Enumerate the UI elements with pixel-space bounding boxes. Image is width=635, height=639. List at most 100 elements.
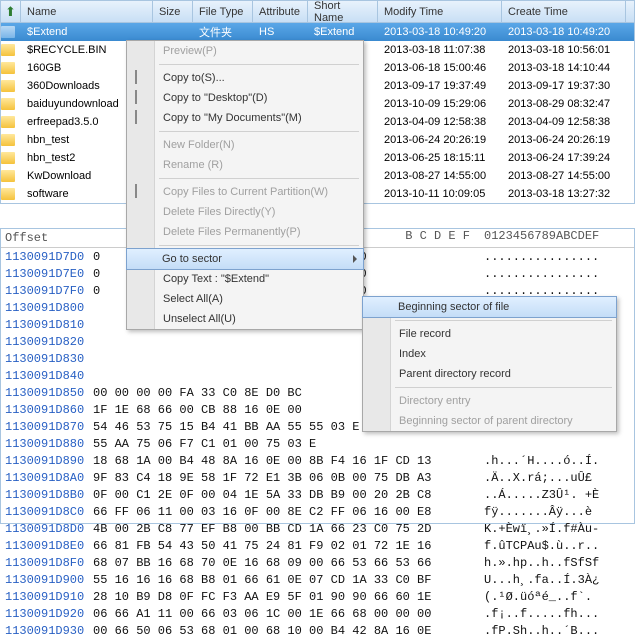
hex-offset: 1130091D830 xyxy=(1,352,93,366)
context-menu: Preview(P) Copy to(S)... Copy to "Deskto… xyxy=(126,40,364,330)
file-modify: 2013-10-09 15:29:06 xyxy=(378,97,502,111)
hex-row[interactable]: 1130091D8F068 07 BB 16 68 70 0E 16 68 09… xyxy=(1,554,634,571)
file-create: 2013-03-18 13:27:32 xyxy=(502,187,626,201)
menu-goto-sector[interactable]: Go to sector xyxy=(126,248,364,270)
hex-bytes: 9F 83 C4 18 9E 58 1F 72 E1 3B 06 0B 00 7… xyxy=(93,471,484,485)
menu-copy-to[interactable]: Copy to(S)... xyxy=(127,68,363,88)
hex-row[interactable]: 1130091D88055 AA 75 06 F7 C1 01 00 75 03… xyxy=(1,435,634,452)
file-create: 2013-08-27 14:55:00 xyxy=(502,169,626,183)
file-create: 2013-08-29 08:32:47 xyxy=(502,97,626,111)
file-create: 2013-03-18 10:56:01 xyxy=(502,43,626,57)
folder-icon xyxy=(1,152,15,164)
hex-offset: 1130091D930 xyxy=(1,624,93,638)
folder-icon xyxy=(1,170,15,182)
hex-row[interactable]: 1130091D8A09F 83 C4 18 9E 58 1F 72 E1 3B… xyxy=(1,469,634,486)
menu-copy-desktop[interactable]: Copy to "Desktop"(D) xyxy=(127,88,363,108)
submenu-dir-entry[interactable]: Directory entry xyxy=(363,391,616,411)
hex-ascii: ................ xyxy=(484,250,634,264)
folder-icon xyxy=(1,116,15,128)
file-name: $Extend xyxy=(21,25,153,39)
copy-icon xyxy=(135,90,137,104)
hex-ascii: .fP.Sh..h..´B... xyxy=(484,624,634,638)
hex-row[interactable]: 1130091D93000 66 50 06 53 68 01 00 68 10… xyxy=(1,622,634,639)
hex-bytes: 55 16 16 16 68 B8 01 66 61 0E 07 CD 1A 3… xyxy=(93,573,484,587)
hex-row[interactable]: 1130091D8B00F 00 C1 2E 0F 00 04 1E 5A 33… xyxy=(1,486,634,503)
hex-offset: 1130091D910 xyxy=(1,590,93,604)
hex-row[interactable]: 1130091D8C066 FF 06 11 00 03 16 0F 00 8E… xyxy=(1,503,634,520)
up-button[interactable]: ⬆ xyxy=(1,1,21,22)
hex-row[interactable]: 1130091D89018 68 1A 00 B4 48 8A 16 0E 00… xyxy=(1,452,634,469)
menu-del-direct[interactable]: Delete Files Directly(Y) xyxy=(127,202,363,222)
hex-offset: 1130091D870 xyxy=(1,420,93,434)
menu-unselect-all[interactable]: Unselect All(U) xyxy=(127,309,363,329)
hex-ascii: .Ä..X.rá;...uÛ£ xyxy=(484,471,634,485)
file-modify: 2013-06-24 20:26:19 xyxy=(378,133,502,147)
hex-offset: 1130091D800 xyxy=(1,301,93,315)
file-modify: 2013-09-17 19:37:49 xyxy=(378,79,502,93)
hex-ascii: .f¡..f.....fh... xyxy=(484,607,634,621)
menu-rename[interactable]: Rename (R) xyxy=(127,155,363,175)
file-create: 2013-04-09 12:58:38 xyxy=(502,115,626,129)
hex-ascii: ................ xyxy=(484,267,634,281)
file-modify: 2013-03-18 10:49:20 xyxy=(378,25,502,39)
file-modify: 2013-03-18 11:07:38 xyxy=(378,43,502,57)
hex-offset: 1130091D820 xyxy=(1,335,93,349)
hex-ascii: fÿ.......Âÿ...è xyxy=(484,505,634,519)
up-arrow-icon: ⬆ xyxy=(5,4,16,20)
folder-icon xyxy=(1,26,15,38)
file-modify: 2013-10-11 10:09:05 xyxy=(378,187,502,201)
file-create: 2013-06-24 20:26:19 xyxy=(502,133,626,147)
hex-offset: 1130091D8F0 xyxy=(1,556,93,570)
col-modify[interactable]: Modify Time xyxy=(378,1,502,22)
hex-row[interactable]: 1130091D8D04B 00 2B C8 77 EF B8 00 BB CD… xyxy=(1,520,634,537)
hex-offset: 1130091D920 xyxy=(1,607,93,621)
file-modify: 2013-06-18 15:00:46 xyxy=(378,61,502,75)
hex-ascii: h.».hp..h..fSfSf xyxy=(484,556,634,570)
folder-icon xyxy=(1,44,15,56)
menu-copy-text[interactable]: Copy Text : "$Extend" xyxy=(127,269,363,289)
hex-ascii-header: 0123456789ABCDEF xyxy=(484,229,634,247)
hex-bytes: 68 07 BB 16 68 70 0E 16 68 09 00 66 53 6… xyxy=(93,556,484,570)
col-attr[interactable]: Attribute xyxy=(253,1,308,22)
hex-row[interactable]: 1130091D8E066 81 FB 54 43 50 41 75 24 81… xyxy=(1,537,634,554)
hex-offset: 1130091D7D0 xyxy=(1,250,93,264)
file-modify: 2013-04-09 12:58:38 xyxy=(378,115,502,129)
hex-offset-header: Offset xyxy=(1,229,93,247)
hex-row[interactable]: 1130091D91028 10 B9 D8 0F FC F3 AA E9 5F… xyxy=(1,588,634,605)
hex-offset: 1130091D8C0 xyxy=(1,505,93,519)
file-type: 文件夹 xyxy=(193,23,253,41)
submenu-parent-begin[interactable]: Beginning sector of parent directory xyxy=(363,411,616,431)
col-short[interactable]: Short Name xyxy=(308,1,378,22)
menu-select-all[interactable]: Select All(A) xyxy=(127,289,363,309)
hex-offset: 1130091D850 xyxy=(1,386,93,400)
col-create[interactable]: Create Time xyxy=(502,1,626,22)
menu-preview[interactable]: Preview(P) xyxy=(127,41,363,61)
menu-copy-partition[interactable]: Copy Files to Current Partition(W) xyxy=(127,182,363,202)
submenu-index[interactable]: Index xyxy=(363,344,616,364)
folder-icon xyxy=(1,62,15,74)
hex-offset: 1130091D860 xyxy=(1,403,93,417)
file-modify: 2013-08-27 14:55:00 xyxy=(378,169,502,183)
hex-bytes: 00 66 50 06 53 68 01 00 68 10 00 B4 42 8… xyxy=(93,624,484,638)
hex-ascii: .h...´H....ó..Í. xyxy=(484,454,634,468)
col-size[interactable]: Size xyxy=(153,1,193,22)
hex-row[interactable]: 1130091D90055 16 16 16 68 B8 01 66 61 0E… xyxy=(1,571,634,588)
submenu-arrow-icon xyxy=(353,255,357,263)
copy-icon xyxy=(135,70,137,84)
copy-icon xyxy=(135,184,137,198)
hex-offset: 1130091D880 xyxy=(1,437,93,451)
file-row[interactable]: $Extend文件夹HS$Extend2013-03-18 10:49:2020… xyxy=(1,23,634,41)
file-create: 2013-03-18 14:10:44 xyxy=(502,61,626,75)
hex-bytes: 28 10 B9 D8 0F FC F3 AA E9 5F 01 90 90 6… xyxy=(93,590,484,604)
folder-icon xyxy=(1,188,15,200)
col-name[interactable]: Name xyxy=(21,1,153,22)
menu-copy-docs[interactable]: Copy to "My Documents"(M) xyxy=(127,108,363,128)
hex-row[interactable]: 1130091D92006 66 A1 11 00 66 03 06 1C 00… xyxy=(1,605,634,622)
submenu-parent-record[interactable]: Parent directory record xyxy=(363,364,616,384)
file-short: $Extend xyxy=(308,25,378,39)
submenu-file-record[interactable]: File record xyxy=(363,324,616,344)
menu-new-folder[interactable]: New Folder(N) xyxy=(127,135,363,155)
submenu-beginning[interactable]: Beginning sector of file xyxy=(362,296,617,318)
col-type[interactable]: File Type xyxy=(193,1,253,22)
menu-del-perm[interactable]: Delete Files Permanently(P) xyxy=(127,222,363,242)
